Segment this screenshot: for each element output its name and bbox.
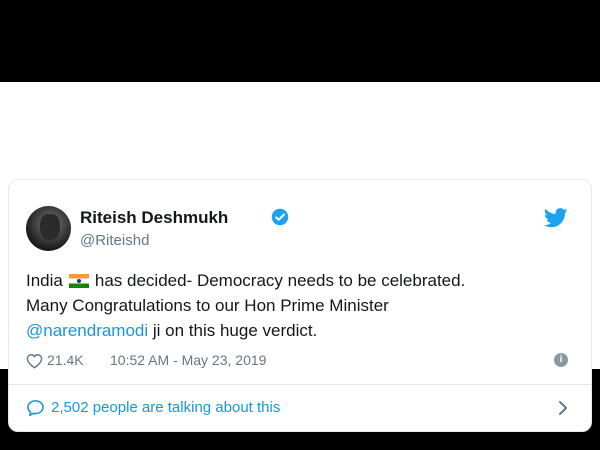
twitter-bird-icon[interactable] [544, 208, 568, 228]
tweet-card[interactable]: Riteish Deshmukh @Riteishd India has deci… [8, 179, 592, 432]
tweet-text-line3: ji on this huge verdict. [148, 321, 318, 340]
india-flag-icon [68, 274, 89, 288]
timestamp[interactable]: 10:52 AM - May 23, 2019 [110, 352, 266, 368]
speech-bubble-icon [27, 400, 44, 417]
info-icon[interactable]: i [554, 353, 568, 367]
talking-about-text: 2,502 people are talking about this [51, 399, 281, 416]
avatar[interactable] [26, 206, 71, 251]
heart-icon[interactable] [26, 353, 43, 369]
mention-link[interactable]: @narendramodi [26, 321, 148, 340]
tweet-text-part2: has decided- Democracy needs to be celeb… [94, 271, 466, 290]
divider [9, 384, 591, 385]
like-count[interactable]: 21.4K [47, 352, 84, 368]
tweet-text-part1: India [26, 271, 63, 290]
verified-badge-icon [271, 208, 289, 226]
handle[interactable]: @Riteishd [80, 232, 149, 249]
tweet-meta: 21.4K 10:52 AM - May 23, 2019 i [26, 351, 581, 371]
talking-about-link[interactable]: 2,502 people are talking about this [26, 396, 581, 420]
tweet-text: India has decided- Democracy needs to be … [26, 268, 581, 343]
chevron-right-icon [559, 401, 567, 415]
display-name[interactable]: Riteish Deshmukh [80, 208, 228, 228]
tweet-text-line2: Many Congratulations to our Hon Prime Mi… [26, 296, 389, 315]
white-band: Riteish Deshmukh @Riteishd India has deci… [0, 82, 600, 432]
